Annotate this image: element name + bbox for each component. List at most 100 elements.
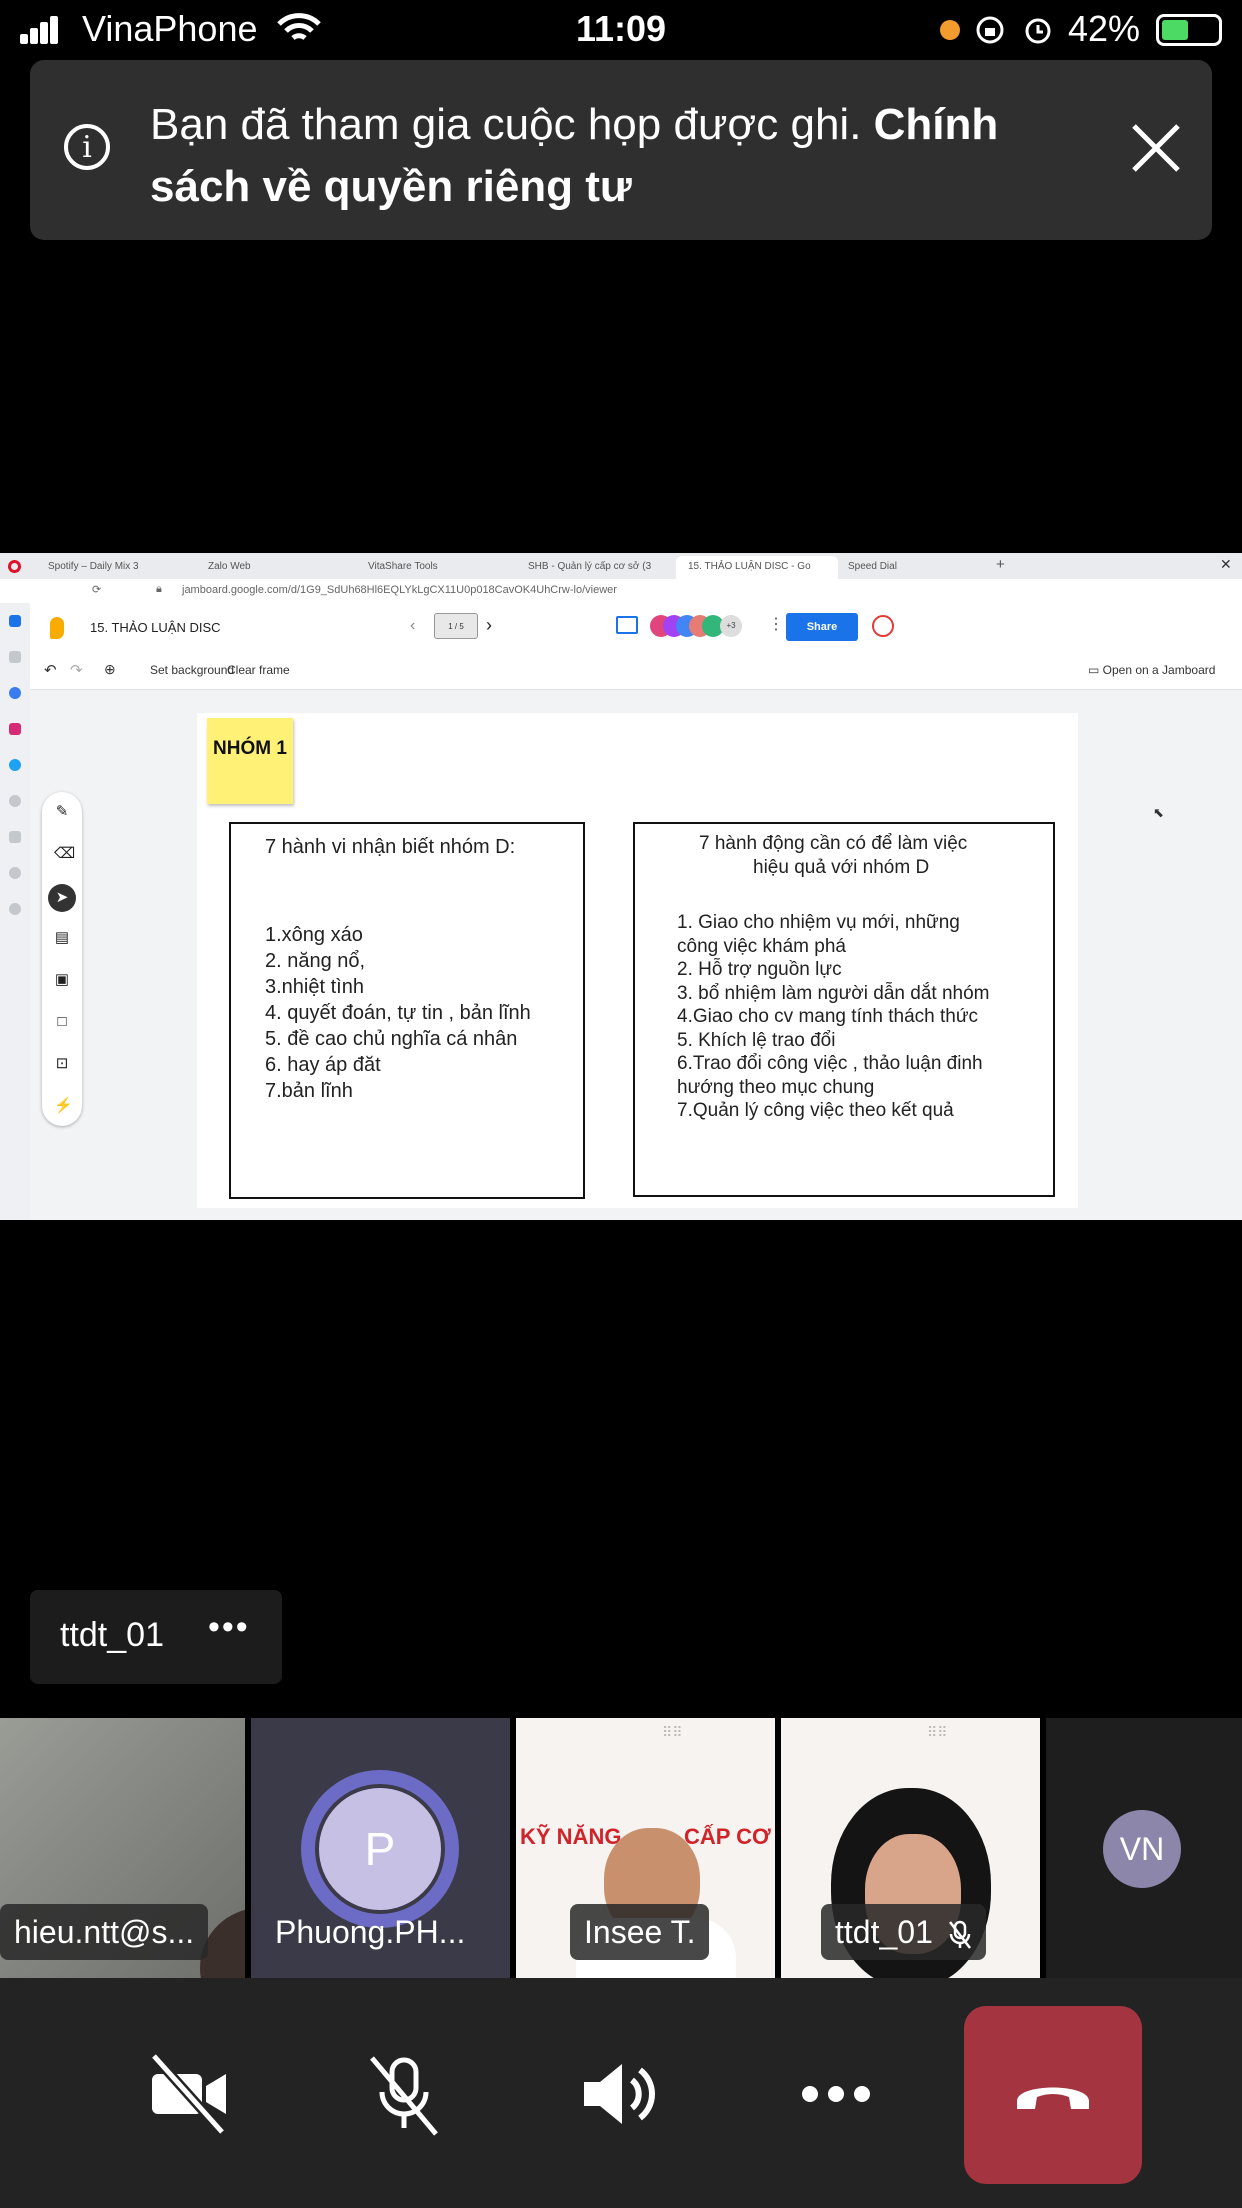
presenter-pill[interactable]: ttdt_01 ••• [30,1590,282,1684]
participant-name: hieu.ntt@s... [0,1904,209,1960]
sidebar-target-icon[interactable] [9,795,21,807]
sidebar-star-icon[interactable] [9,651,21,663]
browser-tab[interactable]: Speed Dial [836,556,998,579]
list-item: 2. Hỗ trợ nguồn lực [677,959,842,980]
shape-icon[interactable]: □ [54,1014,70,1030]
drag-handle-icon[interactable]: ⠿⠿ [662,1724,683,1741]
camera-off-button[interactable] [140,2046,236,2142]
mic-muted-button[interactable] [356,2046,452,2142]
list-item: 3.nhiệt tình [265,976,364,998]
sidebar-history-icon[interactable] [9,867,21,879]
orientation-lock-icon [976,16,1004,44]
more-options-icon[interactable]: ⋮ [768,614,784,634]
frame-bar-button[interactable]: 1 / 5 [434,613,478,639]
presenter-name: ttdt_01 [60,1616,164,1654]
share-button[interactable]: Share [786,613,858,641]
banner-text: Bạn đã tham gia cuộc họp được ghi. [150,100,874,149]
address-bar[interactable]: ⟳ 🔒︎ jamboard.google.com/d/1G9_SdUh68Hl6… [0,579,1242,604]
participant-tile[interactable]: VN [1046,1718,1242,1978]
redo-icon[interactable]: ↷ [70,661,83,679]
pen-icon[interactable]: ✎ [54,804,70,820]
browser-tab[interactable]: VitaShare Tools [356,556,518,579]
new-tab-icon[interactable]: + [996,556,1005,573]
reload-icon[interactable]: ⟳ [92,583,101,596]
mouse-cursor-icon: ⬉ [1153,805,1164,820]
close-icon[interactable] [1126,118,1186,178]
sidebar-heart-icon[interactable] [9,831,21,843]
banner-subtitle: CẤP CƠ SỞ [684,1824,775,1849]
more-options-button[interactable] [788,2046,884,2142]
speaker-button[interactable] [572,2046,668,2142]
recording-banner: i Bạn đã tham gia cuộc họp được ghi. Chí… [30,60,1212,240]
status-bar: VinaPhone 11:09 42% [0,0,1242,60]
banner-title: KỸ NĂNG [520,1824,622,1849]
clock: 11:09 [575,8,667,49]
list-item: 4.Giao cho cv mang tính thách thức [677,1006,979,1027]
mic-in-use-dot [940,20,960,40]
participant-name: Insee T. [570,1904,710,1960]
select-icon[interactable]: ➤ [48,884,76,912]
eraser-icon[interactable]: ⌫ [54,846,75,862]
open-label: Open on a Jamboard [1102,663,1216,677]
browser-tab[interactable]: SHB - Quản lý cấp cơ sở (3 [516,556,678,579]
list-item: 5. Khích lệ trao đổi [677,1029,836,1051]
participant-tile[interactable]: hieu.ntt@s... [0,1718,245,1978]
laser-icon[interactable]: ⚡ [54,1098,73,1114]
browser-tab[interactable]: Spotify – Daily Mix 3 [36,556,198,579]
browser-tab[interactable]: Zalo Web [196,556,358,579]
textbox-icon[interactable]: ⊡ [54,1056,70,1072]
frame-counter: 1 / 5 [448,622,464,631]
end-call-button[interactable] [964,2006,1142,2184]
open-on-jamboard-button[interactable]: ▭ Open on a Jamboard [1088,663,1215,677]
collaborator-avatars: +3 [650,615,750,639]
more-icon[interactable]: ••• [208,1608,250,1647]
participant-name-muted: ttdt_01 [821,1904,986,1960]
list-item: 6. hay áp đăt [265,1054,381,1076]
participant-tile[interactable]: ⠿⠿ ttdt_01 [781,1718,1040,1978]
list-item: 5. đề cao chủ nghĩa cá nhân [265,1028,518,1050]
present-icon[interactable] [616,616,638,634]
instagram-icon[interactable] [9,723,21,735]
sticky-note-icon[interactable]: ▤ [54,930,70,946]
list-item: công việc khám phá [677,935,846,957]
battery-icon [1156,14,1222,46]
set-background-button[interactable]: Set background [150,663,234,677]
mic-muted-icon [948,1920,971,1949]
image-icon[interactable]: ▣ [54,972,70,988]
twitter-icon[interactable] [9,759,21,771]
account-avatar[interactable] [872,615,894,637]
jam-title[interactable]: 15. THẢO LUẬN DISC [90,620,221,635]
sidebar-settings-icon[interactable] [9,903,21,915]
undo-icon[interactable]: ↶ [44,661,57,679]
jamboard-logo [50,617,64,639]
sidebar-home-icon[interactable] [9,615,21,627]
monitor-icon: ▭ [1088,663,1103,677]
participant-name: ttdt_01 [835,1914,933,1950]
text-box-d-behaviors[interactable]: 7 hành vi nhận biết nhóm D: 1.xông xáo 2… [229,822,585,1199]
clear-frame-button[interactable]: Clear frame [227,663,290,677]
box-title: 7 hành vi nhận biết nhóm D: [265,836,516,858]
drag-handle-icon[interactable]: ⠿⠿ [927,1724,948,1741]
url-text[interactable]: jamboard.google.com/d/1G9_SdUh68Hl6EQLYk… [182,584,617,596]
share-label: Share [806,621,838,633]
prev-frame-icon[interactable]: ‹ [410,617,415,635]
zoom-icon[interactable]: ⊕ [104,661,116,678]
participant-tile[interactable]: P Phuong.PH... [251,1718,510,1978]
messenger-icon[interactable] [9,687,21,699]
extra-count: +3 [720,615,742,637]
window-close-icon[interactable]: ✕ [1220,556,1232,573]
text-box-d-actions[interactable]: 7 hành động cần có để làm việc hiệu quả … [633,822,1055,1197]
browser-tab-bar: Spotify – Daily Mix 3 Zalo Web VitaShare… [0,553,1242,579]
box-title: hiệu quả với nhóm D [753,856,930,878]
participant-name: Phuong.PH... [275,1914,466,1950]
browser-tab-active[interactable]: 15. THẢO LUẬN DISC - Go [676,556,838,579]
call-controls [0,1978,1242,2208]
list-item: 1. Giao cho nhiệm vụ mới, những [677,912,960,933]
info-icon: i [64,124,110,170]
sticky-note[interactable]: NHÓM 1 [207,718,293,804]
participant-tile[interactable]: ⠿⠿ KỸ NĂNG CẤP CƠ SỞ Insee T. [516,1718,775,1978]
list-item: 7.Quản lý công việc theo kết quả [677,1100,954,1121]
list-item: 3. bổ nhiệm làm người dẫn dắt nhóm [677,982,990,1004]
browser-sidebar [0,603,30,1220]
next-frame-icon[interactable]: › [486,615,492,636]
